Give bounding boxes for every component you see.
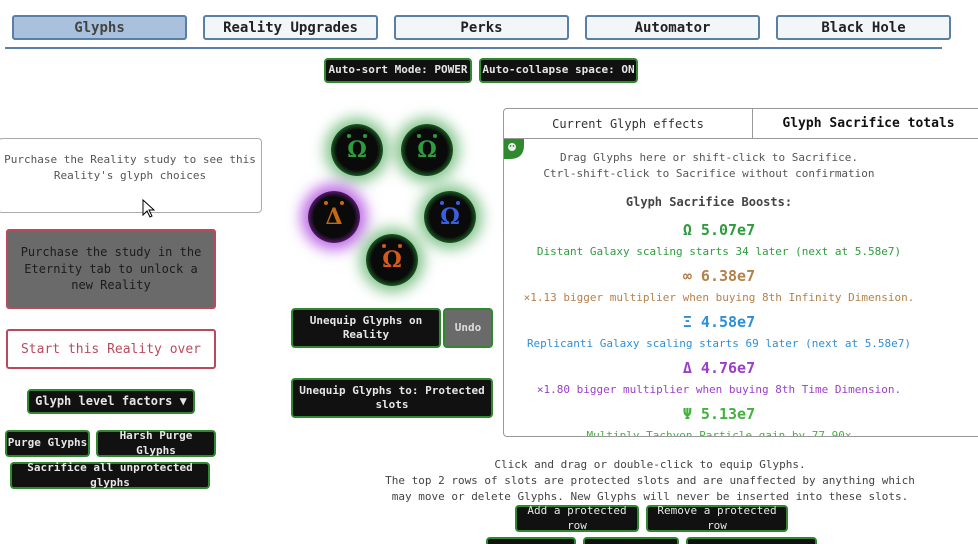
- dilation-boost-value: Ψ 5.13e7: [682, 405, 756, 423]
- harsh-purge-button[interactable]: Harsh Purge Glyphs: [96, 429, 216, 457]
- autosort-mode-button[interactable]: Auto-sort Mode: POWER: [324, 58, 472, 83]
- equipped-glyph[interactable]: Ω: [331, 124, 383, 176]
- equipped-glyph[interactable]: Ω: [366, 234, 418, 286]
- equip-instructions: Click and drag or double-click to equip …: [494, 458, 806, 471]
- remove-protected-row-button[interactable]: Remove a protected row: [646, 504, 788, 532]
- tab-glyph-sacrifice-totals[interactable]: Glyph Sacrifice totals: [753, 109, 978, 139]
- tab-current-glyph-effects[interactable]: Current Glyph effects: [504, 109, 753, 139]
- glyph-option-button[interactable]: [686, 537, 817, 544]
- sacrifice-all-button[interactable]: Sacrifice all unprotected glyphs: [10, 461, 210, 489]
- infinity-boost-value: ∞ 6.38e7: [682, 267, 756, 285]
- unequip-on-reality-button[interactable]: Unequip Glyphs on Reality: [291, 308, 441, 348]
- tab-divider: [5, 47, 942, 49]
- add-protected-row-button[interactable]: Add a protected row: [515, 504, 639, 532]
- undo-button[interactable]: Undo: [443, 308, 493, 348]
- infinity-boost-desc: ×1.13 bigger multiplier when buying 8th …: [523, 291, 915, 304]
- glyph-option-button[interactable]: [583, 537, 679, 544]
- drag-instructions: Drag Glyphs here or shift-click to Sacri…: [559, 151, 858, 164]
- power-boost-value: Ω 5.07e7: [682, 221, 756, 239]
- boosts-title: Glyph Sacrifice Boosts:: [625, 195, 793, 209]
- glyph-option-button[interactable]: [486, 537, 576, 544]
- dilation-boost-desc: Multiply Tachyon Particle gain by 77.90x: [586, 429, 852, 437]
- protected-slots-info: The top 2 rows of slots are protected sl…: [385, 474, 915, 487]
- equipped-glyph[interactable]: Ω: [401, 124, 453, 176]
- purge-glyphs-button[interactable]: Purge Glyphs: [5, 430, 90, 457]
- ctrl-shift-instructions: Ctrl-shift-click to Sacrifice without co…: [543, 167, 875, 180]
- unlock-reality-info: Purchase the study in the Eternity tab t…: [6, 229, 216, 309]
- time-boost-desc: ×1.80 bigger multiplier when buying 8th …: [536, 383, 902, 396]
- tab-perks[interactable]: Perks: [394, 15, 569, 40]
- restart-reality-button[interactable]: Start this Reality over: [6, 329, 216, 369]
- tab-black-hole[interactable]: Black Hole: [776, 15, 951, 40]
- power-boost-desc: Distant Galaxy scaling starts 34 later (…: [536, 245, 902, 258]
- replication-boost-desc: Replicanti Galaxy scaling starts 69 late…: [526, 337, 912, 350]
- protected-slots-info-2: may move or delete Glyphs. New Glyphs wi…: [391, 490, 909, 503]
- replication-boost-value: Ξ 4.58e7: [682, 313, 756, 331]
- time-boost-value: Δ 4.76e7: [682, 359, 756, 377]
- tab-glyphs[interactable]: Glyphs: [12, 15, 187, 40]
- equipped-glyph[interactable]: Δ: [308, 191, 360, 243]
- reality-choices-info: Purchase the Reality study to see this R…: [0, 138, 262, 213]
- tab-reality-upgrades[interactable]: Reality Upgrades: [203, 15, 378, 40]
- autocollapse-button[interactable]: Auto-collapse space: ON: [479, 58, 638, 83]
- mouse-pointer-icon: [142, 199, 156, 218]
- glyph-level-factors-button[interactable]: Glyph level factors ▼: [27, 389, 195, 414]
- tab-automator[interactable]: Automator: [585, 15, 760, 40]
- glyph-sacrifice-panel[interactable]: Current Glyph effects Glyph Sacrifice to…: [503, 108, 978, 437]
- unequip-to-protected-button[interactable]: Unequip Glyphs to: Protected slots: [291, 378, 493, 418]
- equipped-glyph[interactable]: Ω: [424, 191, 476, 243]
